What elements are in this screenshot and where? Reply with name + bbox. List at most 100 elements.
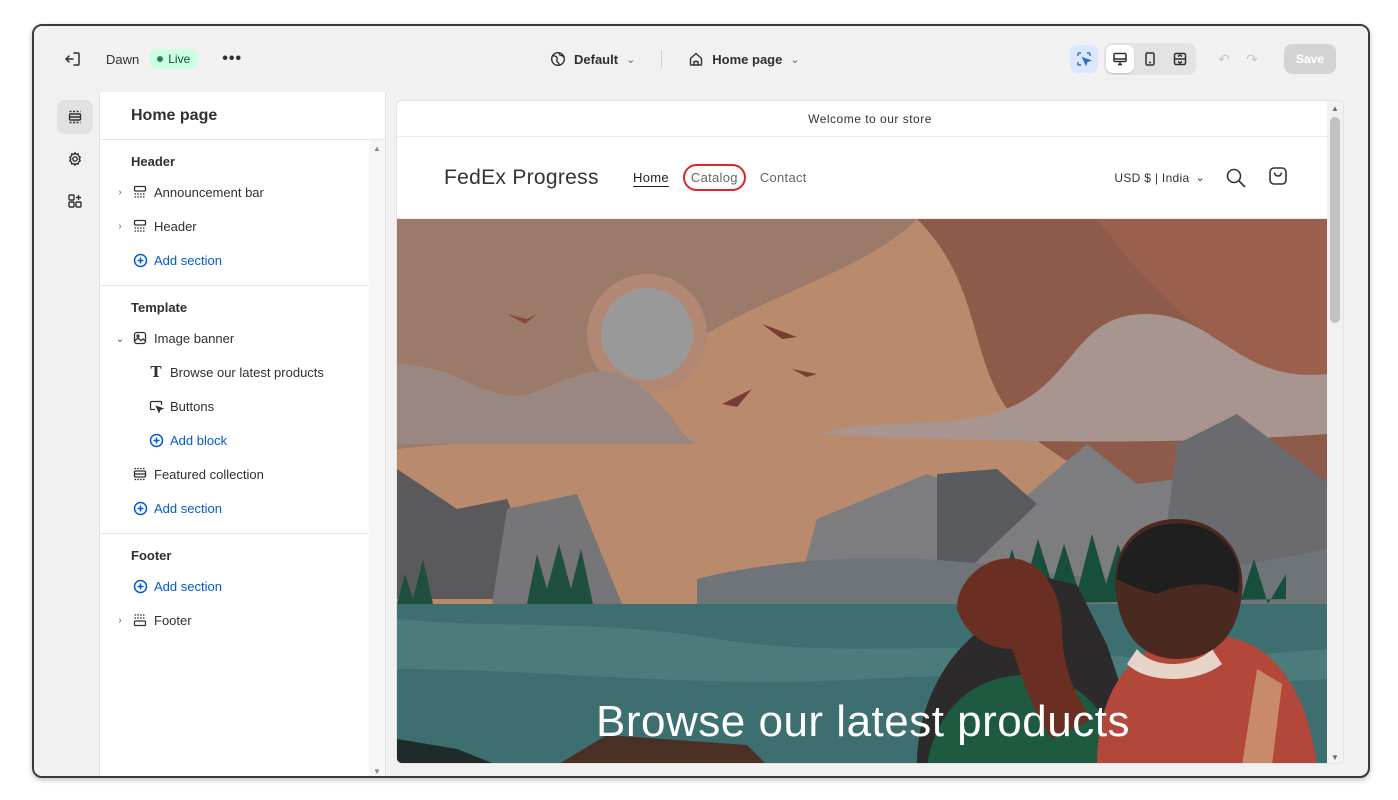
- group-label: Template: [131, 300, 188, 315]
- desktop-icon: [1113, 52, 1127, 66]
- home-icon: [690, 52, 703, 66]
- apps-icon: [68, 194, 82, 208]
- sections-icon: [132, 466, 148, 482]
- desktop-view-button[interactable]: [1105, 45, 1134, 73]
- section-item-header[interactable]: › Header: [100, 209, 385, 243]
- add-section-label: Add section: [154, 578, 222, 594]
- storefront-preview: Welcome to our store FedEx Progress Home…: [396, 100, 1344, 764]
- header-group: Header › Announcement bar › Header Add s…: [100, 140, 385, 286]
- live-badge: Live: [149, 49, 199, 69]
- page-selector[interactable]: Home page ⌄: [684, 45, 803, 73]
- template-selector[interactable]: Default ⌄: [546, 45, 639, 73]
- exit-icon[interactable]: [62, 48, 84, 70]
- section-header-icon: [132, 184, 148, 200]
- plus-circle-icon: [132, 578, 148, 594]
- chevron-right-icon[interactable]: ›: [115, 221, 125, 232]
- chevron-down-icon: ⌄: [1195, 172, 1205, 184]
- sections-sidebar: Home page Header › Announcement bar › He…: [100, 92, 386, 776]
- plus-circle-icon: [132, 252, 148, 268]
- sidebar-scrollbar[interactable]: ▲ ▼: [369, 140, 385, 776]
- plus-circle-icon: [132, 500, 148, 516]
- store-logo[interactable]: FedEx Progress: [444, 166, 599, 190]
- top-bar: Dawn Live ••• Default ⌄ Home page ⌄ ↶ ↷ …: [34, 26, 1368, 92]
- scroll-down-icon[interactable]: ▼: [373, 767, 381, 776]
- block-item-label: Browse our latest products: [170, 364, 324, 380]
- image-banner[interactable]: Browse our latest products: [397, 219, 1329, 763]
- section-item-footer[interactable]: › Footer: [100, 603, 385, 637]
- chevron-down-icon: ⌄: [790, 53, 800, 66]
- section-item-label: Header: [154, 218, 197, 234]
- editor-window: Dawn Live ••• Default ⌄ Home page ⌄ ↶ ↷ …: [32, 24, 1370, 778]
- sidebar-title: Home page: [100, 92, 385, 140]
- block-item-heading[interactable]: T Browse our latest products: [100, 355, 385, 389]
- text-icon: T: [150, 363, 162, 381]
- section-item-label: Footer: [154, 612, 192, 628]
- sections-icon: [68, 110, 82, 124]
- cart-icon[interactable]: [1267, 165, 1289, 187]
- theme-name: Dawn: [106, 51, 140, 67]
- store-header[interactable]: FedEx Progress Home Catalog Contact USD …: [397, 137, 1343, 219]
- add-section-button-footer[interactable]: Add section: [100, 569, 385, 603]
- plus-circle-icon: [148, 432, 164, 448]
- scroll-thumb[interactable]: [1330, 117, 1340, 323]
- live-label: Live: [168, 52, 191, 66]
- scroll-up-icon[interactable]: ▲: [1331, 104, 1339, 113]
- block-item-buttons[interactable]: Buttons: [100, 389, 385, 423]
- page-label: Home page: [712, 51, 783, 67]
- add-section-button-template[interactable]: Add section: [100, 491, 385, 525]
- chevron-right-icon[interactable]: ›: [115, 187, 125, 198]
- search-icon[interactable]: [1225, 167, 1247, 189]
- top-bar-left: Dawn Live •••: [62, 26, 242, 92]
- scroll-down-icon[interactable]: ▼: [1331, 753, 1339, 762]
- group-label: Header: [131, 154, 176, 169]
- more-actions-icon[interactable]: •••: [222, 51, 242, 67]
- section-item-label: Featured collection: [154, 466, 264, 482]
- nav-link-contact[interactable]: Contact: [760, 170, 807, 185]
- add-section-label: Add section: [154, 252, 222, 268]
- main-nav: Home Catalog Contact: [633, 164, 829, 191]
- sections-rail-button[interactable]: [57, 100, 93, 134]
- section-item-featured-collection[interactable]: Featured collection: [100, 457, 385, 491]
- gear-icon: [68, 151, 82, 167]
- add-block-button[interactable]: Add block: [100, 423, 385, 457]
- settings-rail-button[interactable]: [57, 142, 93, 176]
- announcement-bar[interactable]: Welcome to our store: [397, 101, 1343, 137]
- add-section-button-header[interactable]: Add section: [100, 243, 385, 277]
- fullscreen-icon: [1173, 52, 1187, 66]
- scroll-up-icon[interactable]: ▲: [373, 144, 381, 153]
- chevron-down-icon[interactable]: ⌄: [115, 332, 125, 345]
- undo-icon[interactable]: ↶: [1210, 45, 1238, 73]
- redo-icon[interactable]: ↷: [1238, 45, 1266, 73]
- divider: [661, 50, 663, 68]
- banner-illustration: [397, 219, 1329, 763]
- fullscreen-view-button[interactable]: [1166, 45, 1194, 73]
- inspector-toggle-button[interactable]: [1069, 45, 1098, 73]
- section-footer-icon: [132, 612, 148, 628]
- section-item-image-banner[interactable]: ⌄ Image banner: [100, 321, 385, 355]
- chevron-down-icon: ⌄: [626, 53, 636, 66]
- section-item-label: Announcement bar: [154, 184, 264, 200]
- mobile-icon: [1145, 52, 1155, 66]
- apps-rail-button[interactable]: [57, 184, 93, 218]
- image-icon: [132, 330, 148, 346]
- preview-scrollbar[interactable]: ▲ ▼: [1327, 101, 1343, 763]
- currency-country-selector[interactable]: USD $ | India ⌄: [1114, 171, 1205, 185]
- template-group: Template ⌄ Image banner T Browse our lat…: [100, 286, 385, 534]
- mobile-view-button[interactable]: [1136, 45, 1164, 73]
- group-label: Footer: [131, 548, 172, 563]
- save-button[interactable]: Save: [1283, 44, 1336, 74]
- top-bar-right: ↶ ↷ Save: [1069, 26, 1336, 92]
- block-item-label: Buttons: [170, 398, 215, 414]
- live-dot-icon: [157, 56, 164, 62]
- section-item-announcement-bar[interactable]: › Announcement bar: [100, 175, 385, 209]
- viewport-switcher: [1103, 43, 1196, 75]
- section-item-label: Image banner: [154, 330, 235, 346]
- banner-heading[interactable]: Browse our latest products: [397, 697, 1329, 747]
- nav-link-home[interactable]: Home: [633, 170, 669, 185]
- section-header-icon: [132, 218, 148, 234]
- globe-icon: [550, 51, 566, 67]
- chevron-right-icon[interactable]: ›: [115, 615, 125, 626]
- nav-link-catalog[interactable]: Catalog: [682, 164, 746, 191]
- footer-group: Footer Add section › Footer: [100, 534, 385, 637]
- button-cursor-icon: [148, 398, 164, 414]
